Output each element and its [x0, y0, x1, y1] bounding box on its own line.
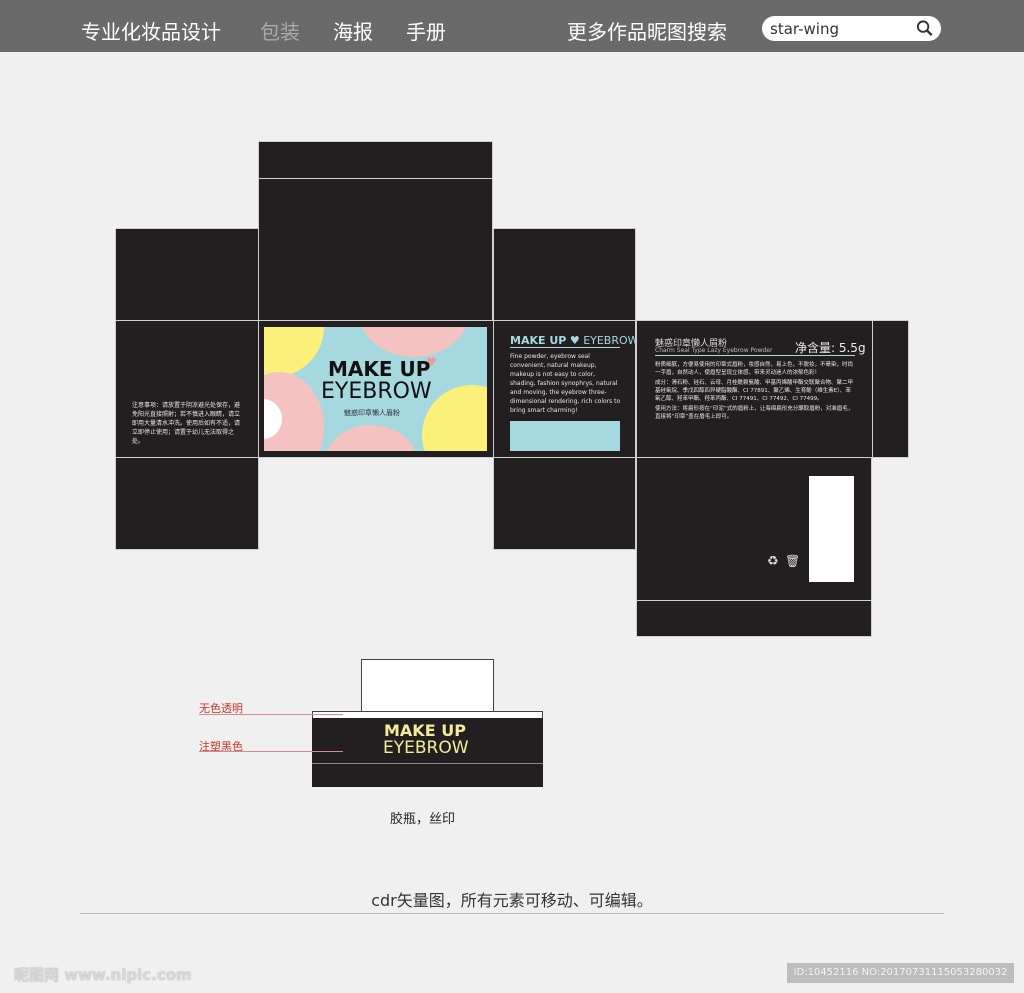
side-title-eyebrow: EYEBROW	[583, 334, 639, 347]
leader-line	[199, 751, 343, 752]
back-panel: 魅惑印章懒人眉粉 Charm Seal Type Lazy Eyebrow Po…	[636, 320, 873, 458]
note-text: cdr矢量图，所有元素可移动、可编辑。	[371, 891, 653, 910]
nav-more-works[interactable]: 更多作品昵图搜索	[567, 16, 727, 45]
trash-icon: 🗑	[785, 554, 801, 568]
side-title-makeup: MAKE UP	[510, 334, 567, 347]
divider	[80, 913, 944, 914]
net-content: 净含量: 5.5g	[795, 341, 866, 355]
barcode-area	[510, 421, 620, 451]
front-artwork: MAKE UP ♥ EYEBROW 魅惑印章懒人眉粉	[264, 327, 487, 451]
jar-lid	[361, 659, 494, 712]
side-description: Fine powder, eyebrow seal convenient, na…	[510, 353, 621, 414]
header-bar: 专业化妆品设计 包装 海报 手册 更多作品昵图搜索	[0, 0, 1024, 52]
nav-packaging[interactable]: 包装	[260, 16, 300, 45]
nav-cosmetics-design[interactable]: 专业化妆品设计	[81, 16, 221, 45]
recycle-icon: ♻	[767, 554, 779, 569]
front-title-makeup: MAKE UP	[328, 357, 431, 381]
top-tuck-flap	[258, 141, 493, 179]
right-bottom-flap	[493, 457, 636, 550]
jar-caption: 胶瓶，丝印	[390, 812, 456, 827]
nav-brochure[interactable]: 手册	[406, 16, 446, 45]
jar-body: MAKE UP EYEBROW	[312, 718, 543, 787]
window-area	[809, 476, 854, 582]
back-intro: 粉质细腻，方便易使用的印章式眉粉，妆感自然，易上色，不脱妆，不晕染，时尚一字眉，…	[655, 362, 854, 376]
nav-poster[interactable]: 海报	[333, 16, 373, 45]
left-bottom-flap	[115, 457, 259, 550]
right-side-panel: MAKE UP ♥ EYEBROW Fine powder, eyebrow s…	[493, 320, 639, 458]
front-title-eyebrow: EYEBROW	[321, 379, 432, 404]
bottom-panel: ♻ 🗑	[636, 457, 872, 601]
bottom-tuck-flap	[636, 600, 872, 637]
jar-title-eyebrow: EYEBROW	[383, 738, 469, 758]
back-name-en: Charm Seal Type Lazy Eyebrow Powder	[655, 347, 773, 354]
left-side-panel: 注意事项：请放置于阴凉避光处保存，避免阳光直接照射；若不慎进入眼睛，请立即用大量…	[115, 320, 259, 458]
top-panel	[258, 178, 493, 321]
glue-tab	[872, 320, 909, 458]
notice-text: 注意事项：请放置于阴凉避光处保存，避免阳光直接照射；若不慎进入眼睛，请立即用大量…	[132, 402, 241, 445]
leader-line	[199, 714, 343, 715]
right-dust-flap	[493, 228, 636, 321]
heart-icon: ♥	[426, 355, 437, 369]
left-dust-flap	[115, 228, 259, 321]
search-box	[762, 16, 941, 41]
back-usage: 使用方法：将扁形按在“印泥”式的眉粉上，让海绵扁形充分蘸取眉粉，对准眉毛，直接将…	[655, 406, 854, 420]
back-ingredients: 成分：滑石粉、硅石、云母、月桂酰赖氨酸、甲基丙烯酸甲酯交联聚合物、聚二甲基硅氧烷…	[655, 380, 854, 402]
search-input[interactable]	[770, 18, 910, 39]
search-icon[interactable]	[915, 19, 935, 38]
watermark-logo: 昵图网 www.nipic.com	[14, 966, 192, 984]
front-subtitle: 魅惑印章懒人眉粉	[344, 409, 400, 417]
image-id-badge: ID:10452116 NO:20170731115053280032	[787, 963, 1014, 983]
